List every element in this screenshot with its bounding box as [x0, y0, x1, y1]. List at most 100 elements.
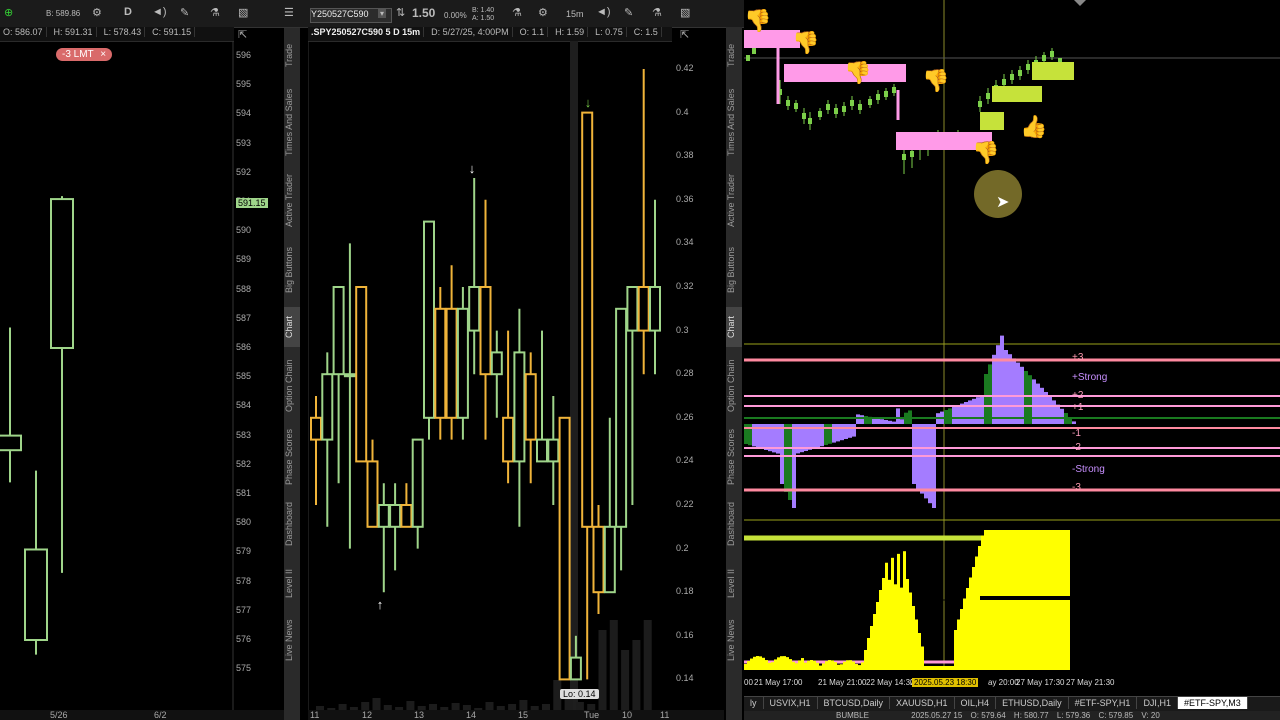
- drawing-icon[interactable]: ✎: [624, 6, 633, 19]
- side-tab-times-and-sales[interactable]: Times And Sales: [284, 83, 300, 161]
- price-tick: 583: [236, 429, 252, 440]
- phase-bar: [1016, 362, 1020, 424]
- link-icon[interactable]: ⇅: [396, 6, 405, 19]
- volume-bar: [894, 584, 897, 670]
- symbol-tab[interactable]: BTCUSD,Daily: [818, 697, 891, 709]
- volume-bar: [939, 666, 942, 670]
- volume-bar: [933, 666, 936, 670]
- side-tab-live-news[interactable]: Live News: [726, 613, 742, 667]
- candle: [524, 352, 537, 484]
- sound-icon[interactable]: ◄): [152, 6, 167, 18]
- side-tab-option-chain[interactable]: Option Chain: [284, 353, 300, 419]
- symbol-tab[interactable]: OIL,H4: [955, 697, 997, 709]
- order-close-icon[interactable]: ×: [100, 49, 106, 60]
- x-tick: 11: [310, 710, 320, 720]
- interval-button[interactable]: 15m: [566, 9, 584, 19]
- side-tab-level-ii[interactable]: Level II: [726, 559, 742, 607]
- side-tab-option-chain[interactable]: Option Chain: [726, 353, 742, 419]
- candle: [479, 199, 492, 440]
- candle: [513, 308, 526, 527]
- order-badge[interactable]: -3 LMT ×: [56, 48, 113, 61]
- menu-icon[interactable]: ☰: [284, 6, 294, 19]
- symbol-tab[interactable]: DJI,H1: [1137, 697, 1178, 709]
- aggregation-d-button[interactable]: D: [124, 6, 132, 18]
- drawing-icon[interactable]: ✎: [180, 6, 189, 19]
- thumbs-down-icon: 👎: [844, 60, 871, 85]
- side-tab-level-ii[interactable]: Level II: [284, 559, 300, 607]
- pattern-icon[interactable]: ▧: [680, 6, 690, 19]
- candle: [558, 416, 571, 681]
- x-tick: Tue: [584, 710, 600, 720]
- symbol-tab[interactable]: #ETF-SPY,H1: [1069, 697, 1138, 709]
- side-tab-active-trader[interactable]: Active Trader: [726, 167, 742, 233]
- plus-icon[interactable]: ⊕: [4, 6, 13, 19]
- side-tab-chart[interactable]: Chart: [284, 307, 300, 347]
- mini-candle: [802, 108, 806, 124]
- side-tab-trade[interactable]: Trade: [284, 33, 300, 77]
- left-collapse-icon[interactable]: ⇱: [238, 28, 247, 41]
- side-tab-dashboard[interactable]: Dashboard: [726, 495, 742, 553]
- phase-bar: [780, 424, 784, 484]
- middle-toolbar: ☰ Y250527C590 ▾ ⇅ 1.50 0.00% B: 1.40 A: …: [280, 0, 744, 28]
- sound-icon[interactable]: ◄): [596, 6, 611, 18]
- ask-value: A: 1.50: [472, 15, 495, 22]
- side-tab-times-and-sales[interactable]: Times And Sales: [726, 83, 742, 161]
- price-tick: 0.26: [676, 411, 694, 422]
- ohlc-high: H: 591.31: [50, 27, 97, 37]
- pattern-icon[interactable]: ▧: [238, 6, 248, 19]
- volume-bar: [609, 620, 618, 710]
- symbol-dropdown-icon[interactable]: ▾: [378, 9, 387, 18]
- phase-bar: [896, 408, 900, 424]
- gear-icon[interactable]: ⚙: [92, 6, 102, 19]
- percent-change: 0.00%: [444, 11, 467, 20]
- volume-bar: [858, 665, 861, 670]
- side-tab-big-buttons[interactable]: Big Buttons: [284, 239, 300, 301]
- volume-bar: [744, 664, 747, 670]
- side-tab-active-trader[interactable]: Active Trader: [284, 167, 300, 233]
- symbol-tab[interactable]: USVIX,H1: [764, 697, 818, 709]
- volume-bar: [786, 657, 789, 670]
- phase-bar: [784, 424, 788, 492]
- side-tab-chart[interactable]: Chart: [726, 307, 742, 347]
- phase-bar: [836, 424, 840, 442]
- volume-bar: [927, 666, 930, 670]
- price-tick: 584: [236, 400, 252, 411]
- middle-collapse-icon[interactable]: ⇱: [680, 28, 689, 41]
- volume-bar: [765, 660, 768, 670]
- x-tick: 27 May 17:30: [1016, 678, 1065, 687]
- volume-bar: [855, 663, 858, 670]
- price-tick: 594: [236, 108, 252, 119]
- thumbs-down-icon: 👎: [972, 140, 999, 165]
- symbol-tab[interactable]: #ETF-SPY,M3: [1177, 697, 1248, 709]
- right-indicator-chart[interactable]: 👎 👎 👎 👎 👎 👍: [744, 0, 1280, 696]
- price-tick: 0.32: [676, 281, 694, 291]
- status-name: BUMBLE: [836, 711, 869, 720]
- side-tab-big-buttons[interactable]: Big Buttons: [726, 239, 742, 301]
- phase-bar: [852, 424, 856, 437]
- middle-price-chart[interactable]: ↑ ↓ ↓: [308, 41, 672, 710]
- side-tab-dashboard[interactable]: Dashboard: [284, 495, 300, 553]
- left-price-chart[interactable]: [0, 41, 234, 710]
- side-tab-phase-scores[interactable]: Phase Scores: [726, 425, 742, 489]
- x-tick: 12: [362, 710, 373, 720]
- price-tick: 0.3: [676, 324, 689, 335]
- side-tabs-left: Trade Times And Sales Active Trader Big But…: [284, 27, 300, 720]
- symbol-tab[interactable]: XAUUSD,H1: [890, 697, 955, 709]
- studies-flask-icon[interactable]: ⚗: [210, 6, 220, 19]
- mini-candle: [978, 96, 982, 112]
- volume-bar: [813, 660, 816, 670]
- volume-bar: [852, 661, 855, 670]
- volume-bar: [873, 614, 876, 670]
- flask-icon[interactable]: ⚗: [512, 6, 522, 19]
- phase-bar: [880, 419, 884, 424]
- phase-bar: [792, 424, 796, 508]
- gear-icon[interactable]: ⚙: [538, 6, 548, 19]
- volume-bar: [897, 553, 900, 670]
- studies-flask-icon[interactable]: ⚗: [652, 6, 662, 19]
- symbol-tab[interactable]: ly: [744, 697, 764, 709]
- side-tab-live-news[interactable]: Live News: [284, 613, 300, 667]
- side-tab-phase-scores[interactable]: Phase Scores: [284, 425, 300, 489]
- side-tab-trade[interactable]: Trade: [726, 33, 742, 77]
- symbol-tab[interactable]: ETHUSD,Daily: [996, 697, 1069, 709]
- volume-bar: [885, 562, 888, 670]
